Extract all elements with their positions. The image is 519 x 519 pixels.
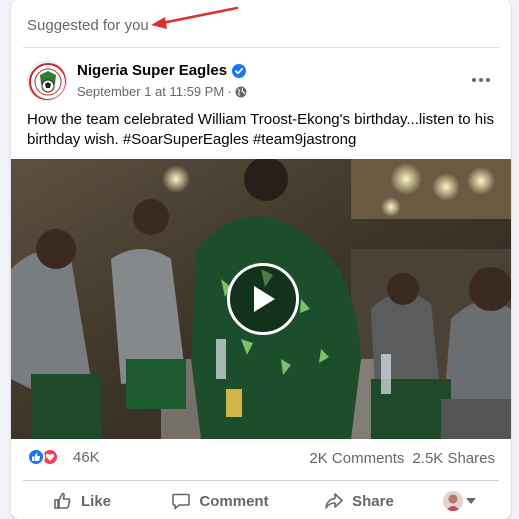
more-options-button[interactable] (465, 64, 497, 96)
comment-button[interactable]: Comment (141, 484, 299, 518)
share-label: Share (352, 492, 394, 510)
comment-bubble-icon (172, 493, 191, 510)
like-label: Like (80, 492, 111, 510)
reactions-summary[interactable]: 46K (27, 448, 100, 466)
share-arrow-icon (325, 493, 343, 509)
reactions-count: 46K (73, 448, 100, 466)
like-button[interactable]: Like (23, 484, 141, 518)
like-reaction-icon (27, 448, 45, 466)
engagement-stats: 2K Comments 2.5K Shares (309, 450, 495, 467)
comments-count-link[interactable]: 2K Comments (309, 450, 404, 467)
play-button[interactable] (227, 263, 299, 335)
user-avatar (442, 491, 463, 511)
globe-icon (235, 86, 247, 98)
shares-count-link[interactable]: 2.5K Shares (412, 450, 495, 467)
page-avatar[interactable] (27, 61, 67, 101)
post-meta: September 1 at 11:59 PM · (77, 84, 247, 99)
chevron-down-icon (465, 498, 476, 504)
play-icon (254, 286, 275, 312)
post-text: How the team celebrated William Troost-E… (27, 111, 494, 148)
share-button[interactable]: Share (299, 484, 419, 518)
page-name-link[interactable]: Nigeria Super Eagles (77, 62, 227, 79)
page-name-row: Nigeria Super Eagles (77, 62, 247, 79)
meta-separator: · (227, 84, 232, 99)
comment-label: Comment (199, 492, 269, 510)
more-horizontal-icon (472, 78, 476, 82)
nff-logo (29, 63, 66, 100)
verified-badge-icon (232, 63, 247, 78)
react-as-selector[interactable] (419, 491, 499, 511)
suggested-label: Suggested for you (27, 17, 149, 34)
header-divider (23, 47, 499, 48)
actions-divider (23, 480, 499, 481)
post-timestamp[interactable]: September 1 at 11:59 PM (77, 84, 224, 99)
post-actions-bar: Like Comment Share (23, 484, 499, 518)
post-card: Suggested for you Nigeria Super Eagles S… (11, 0, 511, 519)
thumbs-up-icon (54, 492, 71, 509)
video-player[interactable] (11, 159, 511, 439)
